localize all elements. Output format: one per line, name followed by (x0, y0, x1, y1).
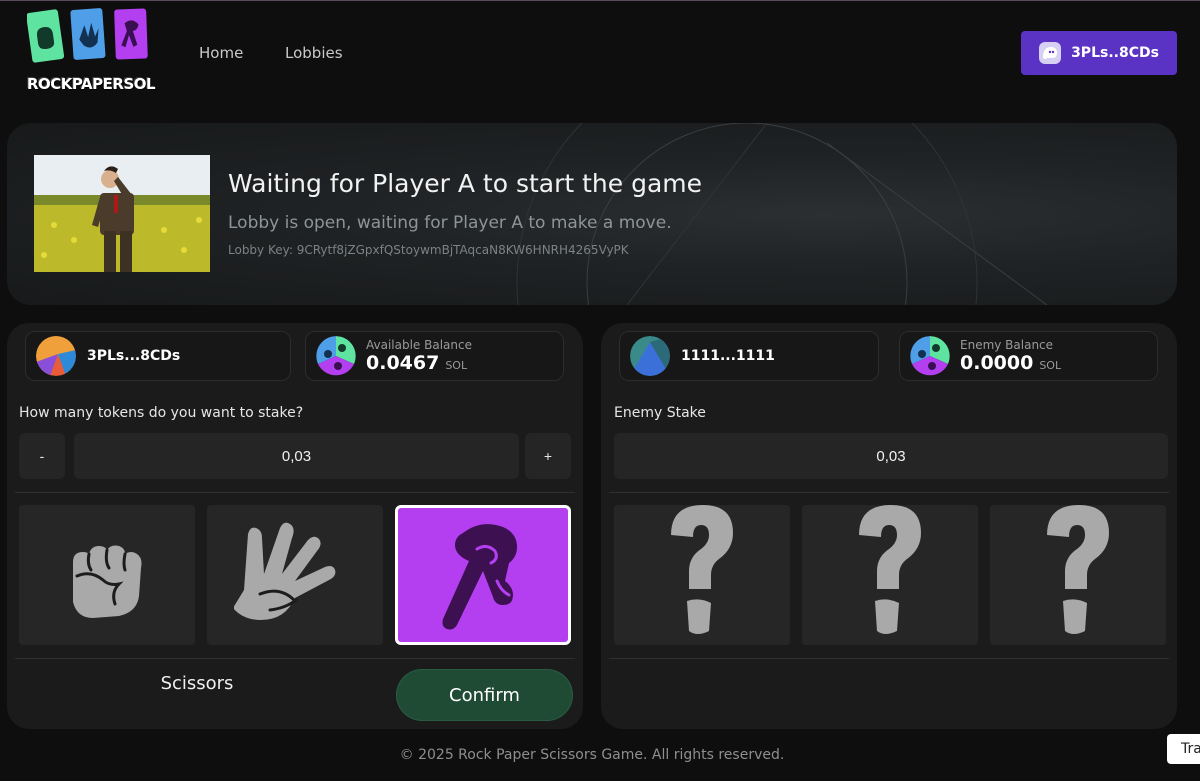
wallet-button[interactable]: 3PLs..8CDs (1021, 31, 1177, 75)
banner-image (34, 155, 210, 272)
nav-home-link[interactable]: Home (199, 44, 243, 62)
divider (15, 492, 575, 493)
balance-unit: SOL (445, 359, 468, 372)
player-panel: 3PLs...8CDs Available Balance 0.0467 SOL … (7, 323, 583, 729)
footer-copyright: © 2025 Rock Paper Scissors Game. All rig… (399, 747, 785, 763)
paper-choice-button[interactable] (207, 505, 383, 645)
enemy-address: 1111...1111 (681, 348, 775, 364)
question-mark-icon (1047, 505, 1109, 634)
status-subtitle: Lobby is open, waiting for Player A to m… (228, 213, 672, 233)
enemy-hidden-choice (802, 505, 978, 645)
nav-lobbies-link[interactable]: Lobbies (285, 44, 343, 62)
available-balance-value: 0.0467 (366, 352, 440, 374)
enemy-stake-label: Enemy Stake (614, 405, 706, 421)
decrement-stake-button[interactable]: - (19, 433, 65, 479)
phantom-wallet-icon (1039, 42, 1062, 64)
enemy-avatar (630, 336, 670, 376)
rps-token-icon (910, 336, 950, 376)
logo-text: ROCKPAPERSOL (27, 75, 156, 93)
enemy-balance-label: Enemy Balance (960, 338, 1054, 352)
player-balance-card: Available Balance 0.0467 SOL (305, 331, 564, 381)
enemy-panel: 1111...1111 Enemy Balance 0.0000 SOL Enem… (601, 323, 1177, 729)
enemy-address-card: 1111...1111 (619, 331, 879, 381)
enemy-hidden-choice (990, 505, 1166, 645)
divider (15, 658, 575, 659)
enemy-hidden-choice (614, 505, 790, 645)
question-mark-icon (859, 505, 921, 634)
rock-choice-button[interactable] (19, 505, 195, 645)
paper-hand-icon (234, 522, 336, 620)
game-status-banner: Waiting for Player A to start the game L… (7, 123, 1177, 305)
scissors-choice-button[interactable] (395, 505, 571, 645)
player-avatar (36, 336, 76, 376)
enemy-balance-card: Enemy Balance 0.0000 SOL (899, 331, 1158, 381)
rock-fist-icon (73, 545, 142, 618)
confirm-button[interactable]: Confirm (397, 670, 572, 720)
available-balance-label: Available Balance (366, 338, 472, 352)
lobby-key: Lobby Key: 9CRytf8jZGpxfQStoywmBjTAqcaN8… (228, 243, 629, 257)
divider (609, 492, 1169, 493)
rps-token-icon (316, 336, 356, 376)
logo-cards-icon (27, 8, 148, 63)
logo[interactable]: ROCKPAPERSOL (27, 5, 156, 97)
wallet-address-label: 3PLs..8CDs (1071, 45, 1159, 61)
divider (609, 658, 1169, 659)
question-mark-icon (671, 505, 733, 634)
translate-button[interactable]: Tra (1167, 734, 1200, 764)
increment-stake-button[interactable]: + (525, 433, 571, 479)
scissors-hand-icon (442, 524, 517, 630)
player-address-card: 3PLs...8CDs (25, 331, 291, 381)
enemy-stake-value: 0,03 (614, 433, 1168, 479)
stake-amount-input[interactable]: 0,03 (74, 433, 519, 479)
selected-choice-label: Scissors (160, 673, 234, 694)
page-title: Waiting for Player A to start the game (228, 169, 703, 198)
balance-unit: SOL (1039, 359, 1062, 372)
enemy-balance-value: 0.0000 (960, 352, 1034, 374)
stake-question-label: How many tokens do you want to stake? (19, 405, 304, 421)
player-address: 3PLs...8CDs (87, 348, 181, 364)
